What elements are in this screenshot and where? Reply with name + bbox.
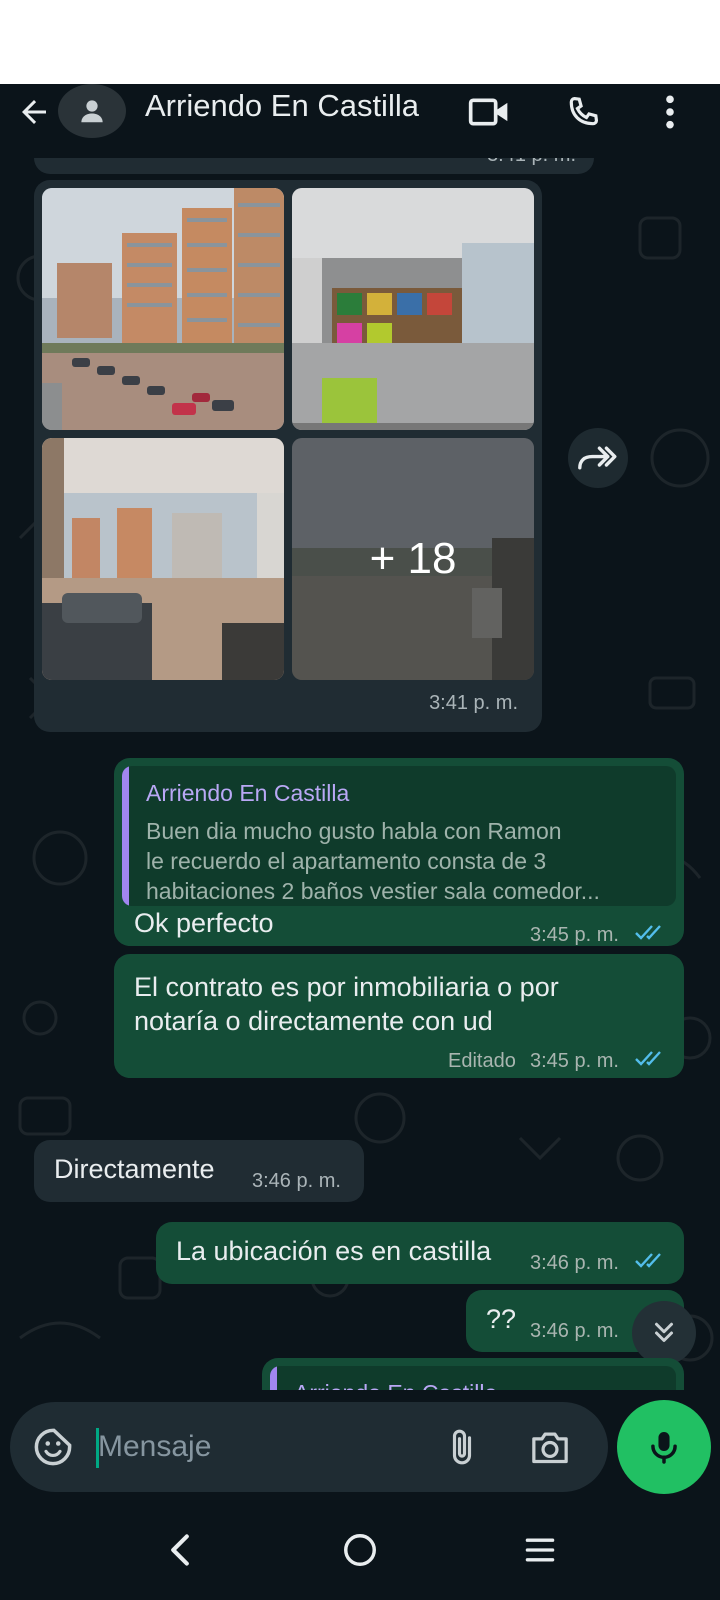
voice-call-button[interactable]: [557, 86, 609, 138]
message-time: 3:45 p. m.: [530, 1050, 619, 1072]
outgoing-reply-bubble[interactable]: Arriendo En Castilla Buen dia mucho gust…: [114, 758, 684, 946]
sticker-button[interactable]: [28, 1422, 78, 1472]
nav-back-button[interactable]: [150, 1522, 210, 1578]
menu-lines-icon: [525, 1538, 555, 1562]
quote-text-line: le recuerdo el apartamento consta de 3: [146, 848, 547, 874]
phone-icon: [569, 96, 599, 126]
microphone-icon: [651, 1431, 677, 1464]
quote-accent-bar: [122, 766, 129, 906]
incoming-message-bubble[interactable]: Directamente 3:46 p. m.: [34, 1140, 364, 1202]
edited-label: Editado: [448, 1050, 516, 1072]
outgoing-message-bubble[interactable]: La ubicación es en castilla 3:46 p. m.: [156, 1222, 684, 1284]
chat-area[interactable]: 3:41 p. m.: [0, 158, 720, 1390]
sticker-icon: [34, 1428, 72, 1466]
quote-sender-name: Arriendo En Castilla: [294, 1380, 497, 1390]
quote-sender-name: Arriendo En Castilla: [146, 780, 350, 806]
message-time: 3:41 p. m.: [429, 692, 518, 714]
person-icon: [81, 100, 103, 123]
quoted-message[interactable]: Arriendo En Castilla: [270, 1366, 676, 1390]
voice-message-button[interactable]: [617, 1400, 711, 1494]
album-photo-playroom[interactable]: [292, 188, 534, 430]
message-text-line: El contrato es por inmobiliaria o por: [134, 972, 559, 1002]
camera-button[interactable]: [522, 1420, 578, 1474]
message-time: 3:41 p. m.: [487, 158, 576, 167]
album-photo-terrace[interactable]: [42, 438, 284, 680]
camera-icon: [532, 1432, 568, 1464]
message-time: 3:46 p. m.: [530, 1320, 619, 1342]
quote-accent-bar: [270, 1366, 277, 1390]
message-text: ??: [486, 1304, 517, 1334]
read-ticks-icon: [635, 925, 661, 940]
avatar[interactable]: [58, 84, 126, 138]
message-text: Directamente: [54, 1154, 215, 1184]
message-text: La ubicación es en castilla: [176, 1236, 492, 1266]
message-time: 3:45 p. m.: [530, 924, 619, 946]
message-composer: [10, 1402, 608, 1492]
more-photos-count: + 18: [369, 534, 457, 583]
photo-album-bubble[interactable]: + 18 3:41 p. m.: [34, 180, 542, 732]
more-vertical-icon: [666, 95, 674, 129]
more-options-button[interactable]: [644, 86, 696, 138]
status-bar-area: [0, 0, 720, 84]
album-more-photos[interactable]: + 18: [292, 438, 534, 680]
nav-home-button[interactable]: [330, 1522, 390, 1578]
message-text: Ok perfecto: [134, 908, 274, 938]
quote-text-line: habitaciones 2 baños vestier sala comedo…: [146, 878, 600, 904]
scroll-to-bottom-button[interactable]: [632, 1301, 696, 1365]
back-button[interactable]: [12, 90, 56, 134]
forward-button[interactable]: [568, 428, 628, 488]
read-ticks-icon: [635, 1253, 661, 1268]
message-time: 3:46 p. m.: [530, 1252, 619, 1274]
double-chevron-down-icon: [655, 1322, 673, 1342]
message-input[interactable]: [98, 1424, 428, 1470]
quote-text-line: Buen dia mucho gusto habla con Ramon: [146, 818, 562, 844]
system-navigation-bar: [0, 1500, 720, 1600]
attach-button[interactable]: [435, 1420, 489, 1474]
message-text-line: notaría o directamente con ud: [134, 1006, 493, 1036]
nav-recents-button[interactable]: [510, 1522, 570, 1578]
quoted-message[interactable]: Arriendo En Castilla Buen dia mucho gust…: [122, 766, 676, 906]
circle-home-icon: [344, 1534, 376, 1566]
outgoing-message-bubble[interactable]: El contrato es por inmobiliaria o por no…: [114, 954, 684, 1078]
message-time: 3:46 p. m.: [252, 1170, 341, 1192]
arrow-left-icon: [22, 100, 46, 124]
read-ticks-icon: [635, 1051, 661, 1066]
chat-header: Arriendo En Castilla: [0, 84, 720, 158]
share-forward-icon: [578, 446, 617, 470]
video-camera-icon: [468, 98, 508, 126]
video-call-button[interactable]: [463, 86, 515, 138]
chevron-left-icon: [171, 1534, 189, 1566]
album-photo-buildings[interactable]: [42, 188, 284, 430]
paperclip-icon: [452, 1429, 472, 1465]
previous-message-bubble[interactable]: 3:41 p. m.: [34, 158, 594, 174]
chat-title[interactable]: Arriendo En Castilla: [145, 88, 419, 124]
outgoing-reply-bubble[interactable]: Arriendo En Castilla: [262, 1358, 684, 1390]
